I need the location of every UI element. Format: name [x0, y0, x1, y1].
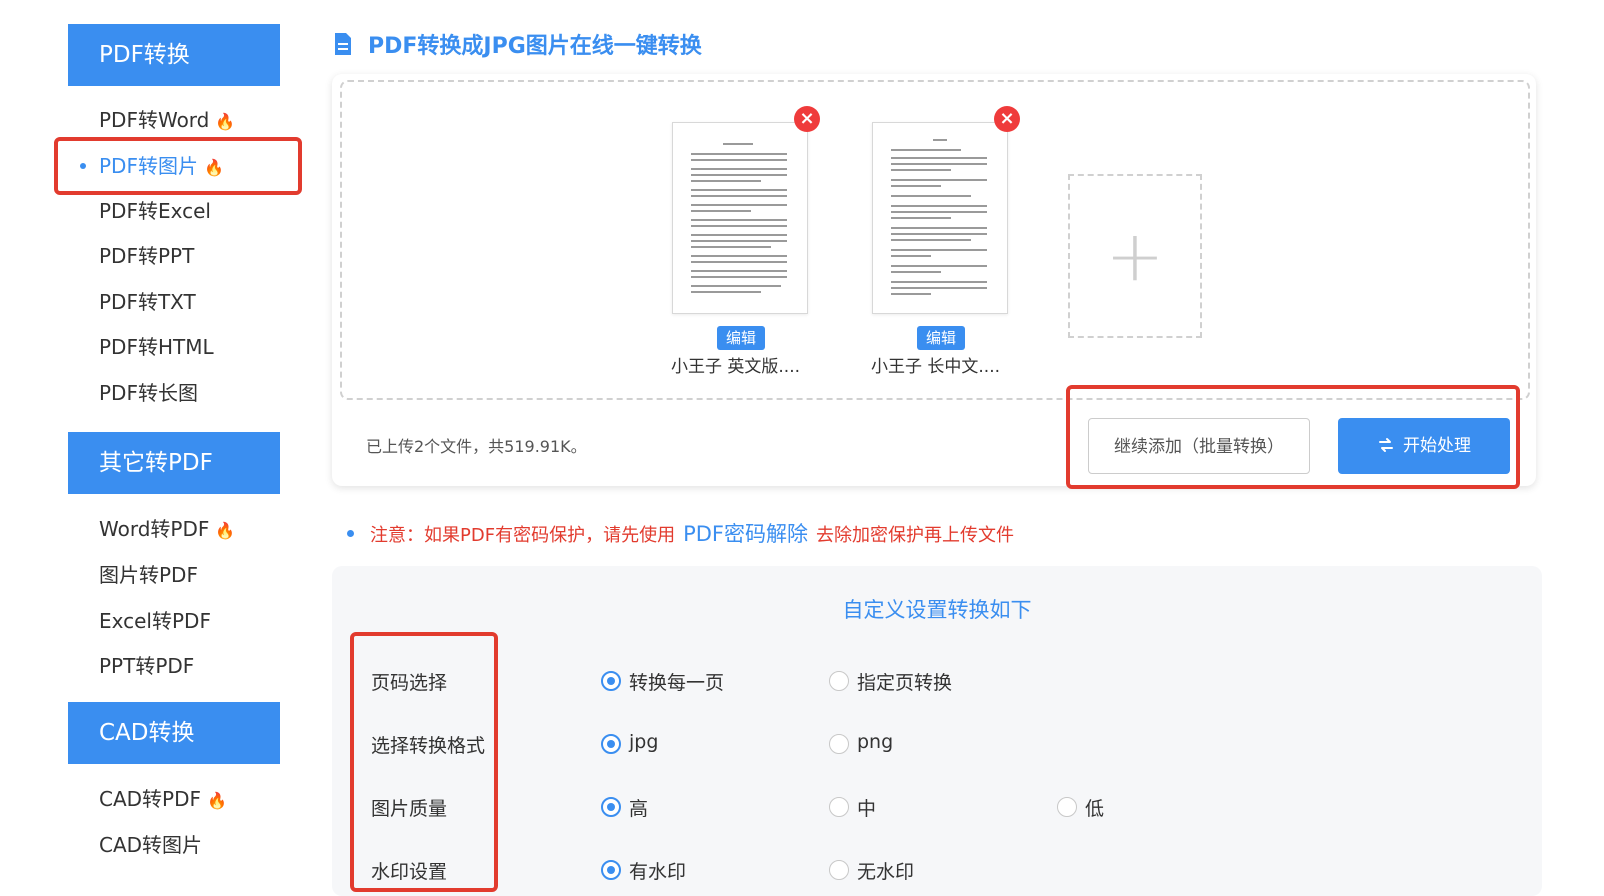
option-label: 高: [629, 798, 649, 820]
plus-icon: +: [1105, 215, 1165, 297]
option-label: 无水印: [857, 861, 915, 883]
sidebar-item-pdf-to-long-image[interactable]: PDF转长图: [99, 378, 198, 408]
fire-icon: 🔥: [207, 791, 227, 810]
file-thumbnail[interactable]: [872, 122, 1008, 314]
pdf-password-remove-link[interactable]: PDF密码解除: [683, 522, 808, 546]
option-label: png: [857, 731, 894, 753]
sidebar-header-cad-convert[interactable]: CAD转换: [68, 702, 280, 764]
option-label: 有水印: [629, 861, 687, 883]
highlight-box-actions: [1066, 385, 1520, 489]
radio-quality-high[interactable]: [601, 797, 621, 817]
sidebar-item-label: Word转PDF: [99, 517, 210, 541]
radio-jpg[interactable]: [601, 734, 621, 754]
radio-quality-medium[interactable]: [829, 797, 849, 817]
sidebar-item-pdf-to-word[interactable]: PDF转Word 🔥: [99, 105, 235, 135]
file-thumbnail[interactable]: [672, 122, 808, 314]
radio-png[interactable]: [829, 734, 849, 754]
sidebar-item-pdf-to-excel[interactable]: PDF转Excel: [99, 196, 211, 226]
option-label: 转换每一页: [629, 672, 725, 694]
notice-prefix: 注意：如果PDF有密码保护，请先使用: [370, 525, 676, 546]
sidebar-item-pdf-to-html[interactable]: PDF转HTML: [99, 332, 214, 362]
highlight-box-settings-labels: [350, 632, 498, 892]
radio-specified-pages[interactable]: [829, 671, 849, 691]
sidebar-item-word-to-pdf[interactable]: Word转PDF 🔥: [99, 514, 235, 544]
page-title: PDF转换成JPG图片在线一键转换: [368, 34, 702, 59]
sidebar-item-label: PDF转Word: [99, 108, 210, 132]
sidebar-item-ppt-to-pdf[interactable]: PPT转PDF: [99, 651, 194, 681]
edit-file-button[interactable]: 编辑: [717, 326, 765, 350]
radio-with-watermark[interactable]: [601, 860, 621, 880]
edit-file-button[interactable]: 编辑: [917, 326, 965, 350]
sidebar-item-image-to-pdf[interactable]: 图片转PDF: [99, 560, 198, 590]
notice-dot: [347, 530, 354, 537]
sidebar-item-label: CAD转PDF: [99, 787, 202, 811]
file-name: 小王子 长中文....: [871, 357, 1001, 377]
notice: 注意：如果PDF有密码保护，请先使用 PDF密码解除 去除加密保护再上传文件: [370, 518, 1014, 548]
close-icon: ×: [799, 108, 815, 129]
settings-title: 自定义设置转换如下: [842, 598, 1032, 622]
add-file-tile[interactable]: +: [1068, 174, 1202, 338]
radio-no-watermark[interactable]: [829, 860, 849, 880]
remove-file-button[interactable]: ×: [994, 106, 1020, 132]
sidebar-header-other-to-pdf[interactable]: 其它转PDF: [68, 432, 280, 494]
upload-status: 已上传2个文件，共519.91K。: [366, 437, 587, 456]
sidebar-header-pdf-convert[interactable]: PDF转换: [68, 24, 280, 86]
sidebar-item-pdf-to-ppt[interactable]: PDF转PPT: [99, 241, 194, 271]
sidebar-item-cad-to-image[interactable]: CAD转图片: [99, 830, 202, 860]
remove-file-button[interactable]: ×: [794, 106, 820, 132]
highlight-box-active-item: [54, 137, 302, 195]
option-label: jpg: [629, 731, 659, 753]
sidebar-item-cad-to-pdf[interactable]: CAD转PDF 🔥: [99, 784, 227, 814]
document-icon: [335, 33, 351, 55]
file-name: 小王子 英文版....: [671, 357, 801, 377]
option-label: 指定页转换: [857, 672, 953, 694]
sidebar-item-pdf-to-txt[interactable]: PDF转TXT: [99, 287, 196, 317]
radio-quality-low[interactable]: [1057, 797, 1077, 817]
notice-suffix: 去除加密保护再上传文件: [816, 525, 1014, 546]
radio-convert-every-page[interactable]: [601, 671, 621, 691]
fire-icon: 🔥: [215, 521, 236, 540]
option-label: 低: [1085, 798, 1105, 820]
option-label: 中: [857, 798, 877, 820]
close-icon: ×: [999, 108, 1015, 129]
fire-icon: 🔥: [215, 112, 236, 131]
